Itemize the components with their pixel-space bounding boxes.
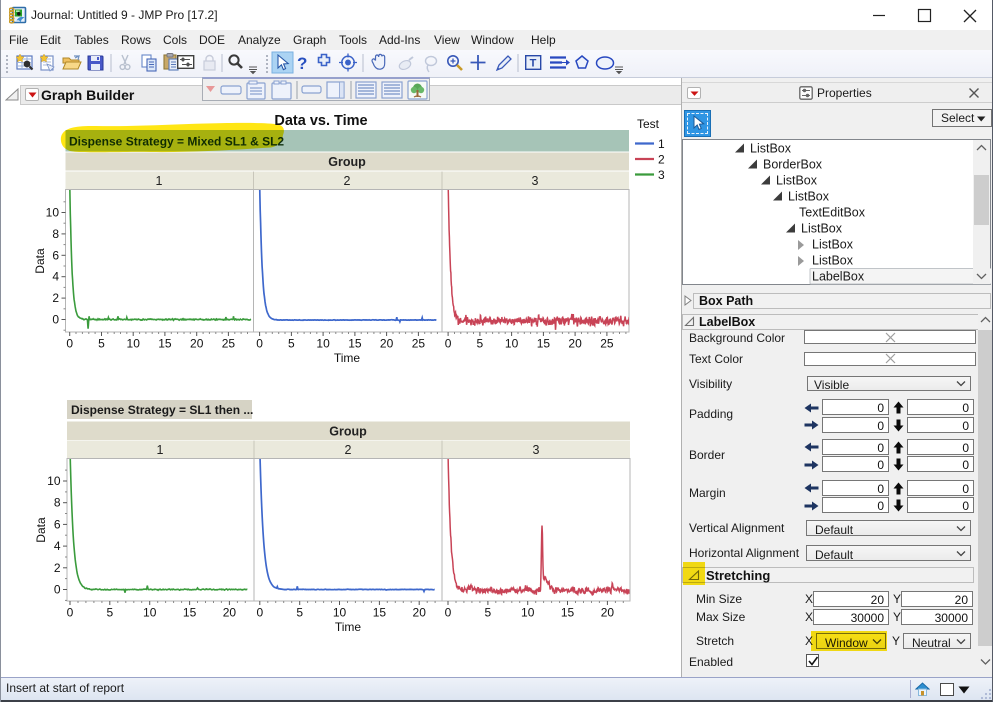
svg-text:20: 20 — [190, 337, 204, 351]
svg-text:Data: Data — [34, 517, 48, 543]
svg-text:10: 10 — [47, 474, 61, 488]
svg-text:20: 20 — [601, 606, 615, 620]
svg-text:0: 0 — [52, 313, 59, 327]
svg-text:ListBox: ListBox — [801, 222, 843, 236]
svg-text:5: 5 — [98, 337, 105, 351]
svg-text:3: 3 — [532, 174, 539, 188]
svg-text:5: 5 — [485, 606, 492, 620]
svg-text:TextEditBox: TextEditBox — [799, 206, 866, 220]
svg-text:10: 10 — [316, 337, 330, 351]
svg-text:1: 1 — [156, 174, 163, 188]
svg-text:25: 25 — [222, 337, 236, 351]
svg-text:LabelBox: LabelBox — [812, 270, 865, 284]
svg-text:ListBox: ListBox — [812, 238, 854, 252]
svg-text:15: 15 — [348, 337, 362, 351]
svg-text:15: 15 — [183, 606, 197, 620]
svg-text:20: 20 — [413, 606, 427, 620]
svg-text:25: 25 — [600, 337, 614, 351]
svg-text:ListBox: ListBox — [788, 190, 830, 204]
svg-text:ListBox: ListBox — [812, 254, 854, 268]
svg-text:10: 10 — [143, 606, 157, 620]
svg-text:2: 2 — [345, 443, 352, 457]
svg-text:5: 5 — [106, 606, 113, 620]
svg-text:10: 10 — [46, 206, 60, 220]
svg-text:Group: Group — [328, 155, 366, 169]
svg-text:0: 0 — [445, 337, 452, 351]
svg-text:5: 5 — [288, 337, 295, 351]
svg-text:20: 20 — [568, 337, 582, 351]
svg-text:10: 10 — [333, 606, 347, 620]
svg-text:1: 1 — [658, 137, 665, 151]
svg-text:3: 3 — [658, 168, 665, 182]
svg-text:BorderBox: BorderBox — [763, 158, 823, 172]
svg-text:3: 3 — [533, 443, 540, 457]
svg-text:0: 0 — [256, 337, 263, 351]
svg-text:6: 6 — [52, 248, 59, 262]
svg-text:6: 6 — [54, 517, 61, 531]
svg-text:20: 20 — [380, 337, 394, 351]
svg-text:2: 2 — [658, 153, 665, 167]
svg-text:Data: Data — [33, 248, 47, 274]
svg-text:10: 10 — [127, 337, 141, 351]
svg-text:25: 25 — [412, 337, 426, 351]
svg-text:Data vs. Time: Data vs. Time — [274, 113, 367, 129]
svg-text:2: 2 — [54, 561, 61, 575]
svg-text:10: 10 — [521, 606, 535, 620]
svg-text:15: 15 — [537, 337, 551, 351]
svg-text:10: 10 — [505, 337, 519, 351]
svg-text:1: 1 — [157, 443, 164, 457]
svg-text:Test: Test — [637, 117, 660, 131]
svg-text:8: 8 — [52, 227, 59, 241]
svg-text:2: 2 — [344, 174, 351, 188]
svg-text:Group: Group — [329, 425, 367, 439]
svg-text:4: 4 — [52, 270, 59, 284]
svg-text:Time: Time — [335, 620, 362, 634]
svg-text:15: 15 — [158, 337, 172, 351]
svg-text:5: 5 — [296, 606, 303, 620]
svg-text:15: 15 — [561, 606, 575, 620]
svg-text:15: 15 — [373, 606, 387, 620]
svg-text:ListBox: ListBox — [776, 174, 818, 188]
svg-text:0: 0 — [54, 583, 61, 597]
svg-text:8: 8 — [54, 496, 61, 510]
svg-text:4: 4 — [54, 539, 61, 553]
svg-text:0: 0 — [256, 606, 263, 620]
svg-text:0: 0 — [445, 606, 452, 620]
svg-text:20: 20 — [223, 606, 237, 620]
svg-text:Dispense Strategy = SL1 then .: Dispense Strategy = SL1 then ... — [71, 403, 253, 417]
svg-text:5: 5 — [477, 337, 484, 351]
svg-text:0: 0 — [67, 606, 74, 620]
svg-text:0: 0 — [66, 337, 73, 351]
svg-text:Time: Time — [334, 351, 361, 365]
svg-text:2: 2 — [52, 291, 59, 305]
svg-text:ListBox: ListBox — [750, 142, 792, 156]
